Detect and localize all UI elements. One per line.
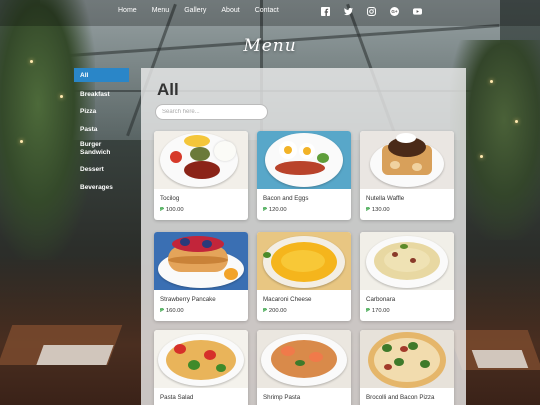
sidebar-item-pasta[interactable]: Pasta xyxy=(74,122,129,137)
carbonara-photo xyxy=(360,232,454,290)
sidebar-item-beverages[interactable]: Beverages xyxy=(74,180,129,195)
page-title: Menu xyxy=(243,36,297,56)
bacon-eggs-photo xyxy=(257,131,351,189)
menu-card[interactable]: Carbonara ₱ 170.00 xyxy=(360,232,454,321)
macaroni-cheese-photo xyxy=(257,232,351,290)
menu-card[interactable]: Shrimp Pasta xyxy=(257,330,351,405)
nav-contact[interactable]: Contact xyxy=(255,7,279,14)
sidebar-item-breakfast[interactable]: Breakfast xyxy=(74,87,129,102)
item-name: Pasta Salad xyxy=(160,394,194,401)
youtube-icon[interactable] xyxy=(412,6,423,17)
currency-symbol: ₱ xyxy=(160,207,164,213)
svg-text:G+: G+ xyxy=(391,9,398,14)
currency-symbol: ₱ xyxy=(366,207,370,213)
item-name: Nutella Waffle xyxy=(366,195,405,202)
broccoli-bacon-pizza-photo xyxy=(360,330,454,388)
pasta-salad-photo xyxy=(154,330,248,388)
nav-links: Home Menu Gallery About Contact xyxy=(118,7,294,14)
google-plus-icon[interactable]: G+ xyxy=(389,6,400,17)
item-price: ₱ 100.00 xyxy=(160,207,184,213)
menu-panel: All Tocilog ₱100.00 Bacon and Eggs ₱120.… xyxy=(141,68,466,405)
item-price: ₱ 200.00 xyxy=(263,308,287,314)
menu-card[interactable]: Macaroni Cheese ₱ 200.00 xyxy=(257,232,351,321)
nav-menu[interactable]: Menu xyxy=(152,7,170,14)
twitter-icon[interactable] xyxy=(343,6,354,17)
item-price: ₱ 130.00 xyxy=(366,207,390,213)
item-price: ₱ 170.00 xyxy=(366,308,390,314)
item-name: Shrimp Pasta xyxy=(263,394,301,401)
item-name: Carbonara xyxy=(366,296,396,303)
item-price: ₱ 160.00 xyxy=(160,308,184,314)
currency-symbol: ₱ xyxy=(366,308,370,314)
menu-card[interactable]: Bacon and Eggs ₱ 120.00 xyxy=(257,131,351,220)
item-name: Tocilog xyxy=(160,195,180,202)
top-navbar: Home Menu Gallery About Contact G+ xyxy=(0,0,540,26)
section-title: All xyxy=(157,80,179,99)
item-name: Strawberry Pancake xyxy=(160,296,216,303)
category-sidebar: All Breakfast Pizza Pasta Burger Sandwic… xyxy=(74,68,129,197)
sidebar-item-burger-sandwich[interactable]: Burger Sandwich xyxy=(74,139,118,160)
sidebar-item-dessert[interactable]: Dessert xyxy=(74,162,129,177)
sidebar-item-all[interactable]: All xyxy=(74,68,129,82)
search-input[interactable] xyxy=(155,104,268,120)
item-name: Brocolli and Bacon Pizza xyxy=(366,394,435,401)
nutella-waffle-photo xyxy=(360,131,454,189)
sidebar-item-pizza[interactable]: Pizza xyxy=(74,104,129,119)
menu-card[interactable]: Tocilog ₱ 100.00 xyxy=(154,131,248,220)
currency-symbol: ₱ xyxy=(263,207,267,213)
item-name: Bacon and Eggs xyxy=(263,195,309,202)
nav-about[interactable]: About xyxy=(221,7,239,14)
nav-gallery[interactable]: Gallery xyxy=(184,7,206,14)
social-links: G+ xyxy=(320,6,435,17)
menu-card[interactable]: Nutella Waffle ₱ 130.00 xyxy=(360,131,454,220)
nav-home[interactable]: Home xyxy=(118,7,137,14)
shrimp-pasta-photo xyxy=(257,330,351,388)
menu-card[interactable]: Strawberry Pancake ₱ 160.00 xyxy=(154,232,248,321)
menu-card[interactable]: Brocolli and Bacon Pizza xyxy=(360,330,454,405)
currency-symbol: ₱ xyxy=(160,308,164,314)
item-price: ₱ 120.00 xyxy=(263,207,287,213)
strawberry-pancake-photo xyxy=(154,232,248,290)
item-name: Macaroni Cheese xyxy=(263,296,312,303)
tocilog-photo xyxy=(154,131,248,189)
facebook-icon[interactable] xyxy=(320,6,331,17)
menu-card[interactable]: Pasta Salad xyxy=(154,330,248,405)
currency-symbol: ₱ xyxy=(263,308,267,314)
instagram-icon[interactable] xyxy=(366,6,377,17)
